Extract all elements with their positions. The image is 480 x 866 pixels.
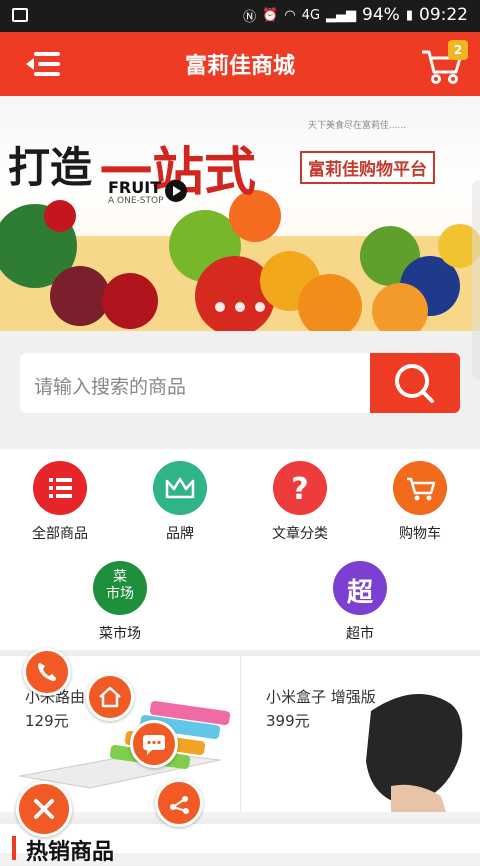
- cart-button[interactable]: 2: [420, 40, 470, 86]
- close-menu-button[interactable]: [16, 781, 72, 837]
- battery-percent: 94%: [362, 5, 400, 25]
- home-button[interactable]: [86, 673, 134, 721]
- category-label: 菜市场: [99, 626, 141, 642]
- category-label: 超市: [346, 626, 374, 642]
- promo-banner[interactable]: 天下美食尽在富莉佳...... 打造 一站式 富莉佳购物平台 FRUIT A O…: [0, 96, 480, 331]
- supermarket-badge-text: 超: [346, 578, 373, 608]
- wifi-icon: ◠: [284, 7, 296, 23]
- carousel-dot[interactable]: [235, 302, 245, 312]
- home-icon: [99, 686, 121, 708]
- category-grid: 全部商品 品牌 ? 文章分类 购物车 菜 市场 菜市场 超 超市: [0, 449, 480, 650]
- category-label: 文章分类: [272, 526, 328, 542]
- banner-headline-left: 打造: [8, 143, 93, 192]
- gallery-icon: [12, 8, 28, 22]
- edge-panel-handle[interactable]: [472, 180, 480, 380]
- alarm-icon: ⏰: [262, 7, 279, 23]
- category-label: 全部商品: [32, 526, 88, 542]
- search-placeholder: 请输入搜索的商品: [34, 376, 187, 398]
- banner-fruit-sub: A ONE-STOP: [108, 196, 164, 206]
- nfc-icon: Ⓝ: [243, 9, 257, 25]
- clock: 09:22: [419, 5, 468, 25]
- crown-icon: [153, 461, 207, 515]
- app-header: 富莉佳商城 2: [0, 32, 480, 96]
- product-row: 小米路由 129元 小米盒子 增强版 399元: [0, 650, 480, 812]
- search-icon: [395, 364, 434, 403]
- list-icon: [33, 461, 87, 515]
- category-cart[interactable]: 购物车: [365, 461, 475, 543]
- category-all-products[interactable]: 全部商品: [5, 461, 115, 543]
- chat-icon: [143, 735, 165, 755]
- hot-products-section: 热销商品: [0, 818, 480, 865]
- section-accent-bar: [12, 836, 16, 860]
- tv-box-image: [366, 694, 463, 812]
- banner-tagline: 富莉佳购物平台: [300, 151, 435, 184]
- cart-count-badge: 2: [448, 40, 468, 60]
- banner-small-text: 天下美食尽在富莉佳......: [308, 121, 407, 131]
- battery-icon: ▮: [405, 7, 413, 23]
- product-card[interactable]: 小米盒子 增强版 399元: [241, 656, 480, 812]
- category-label: 购物车: [399, 526, 441, 542]
- carousel-dot[interactable]: [215, 302, 225, 312]
- category-market[interactable]: 菜 市场 菜市场: [65, 561, 175, 643]
- page-title: 富莉佳商城: [184, 54, 295, 79]
- question-icon: ?: [273, 461, 327, 515]
- share-icon: [170, 796, 189, 814]
- play-icon[interactable]: [165, 180, 187, 202]
- market-badge-text: 菜 市场: [106, 569, 134, 602]
- chat-button[interactable]: [130, 720, 178, 768]
- search-input[interactable]: 请输入搜索的商品: [20, 353, 370, 413]
- market-icon: 菜 市场: [93, 561, 147, 615]
- search-button[interactable]: [370, 353, 460, 413]
- banner-fruit-word: FRUIT: [108, 178, 162, 197]
- share-button[interactable]: [155, 779, 203, 827]
- category-supermarket[interactable]: 超 超市: [305, 561, 415, 643]
- carousel-dots: [215, 302, 265, 312]
- carousel-dot[interactable]: [255, 302, 265, 312]
- close-icon: [34, 799, 54, 819]
- signal-icon: ▂▄▆: [326, 7, 357, 23]
- svg-text:?: ?: [291, 472, 308, 507]
- cart-icon: [393, 461, 447, 515]
- category-brand[interactable]: 品牌: [125, 461, 235, 543]
- section-title: 热销商品: [26, 840, 115, 865]
- status-bar: Ⓝ ⏰ ◠ 4G ▂▄▆ 94% ▮ 09:22: [0, 0, 480, 32]
- network-type: 4G: [301, 7, 321, 23]
- category-articles[interactable]: ? 文章分类: [245, 461, 355, 543]
- supermarket-icon: 超: [333, 561, 387, 615]
- category-label: 品牌: [166, 526, 194, 542]
- phone-icon: [38, 663, 56, 681]
- phone-button[interactable]: [23, 648, 71, 696]
- search-section: 请输入搜索的商品: [0, 331, 480, 449]
